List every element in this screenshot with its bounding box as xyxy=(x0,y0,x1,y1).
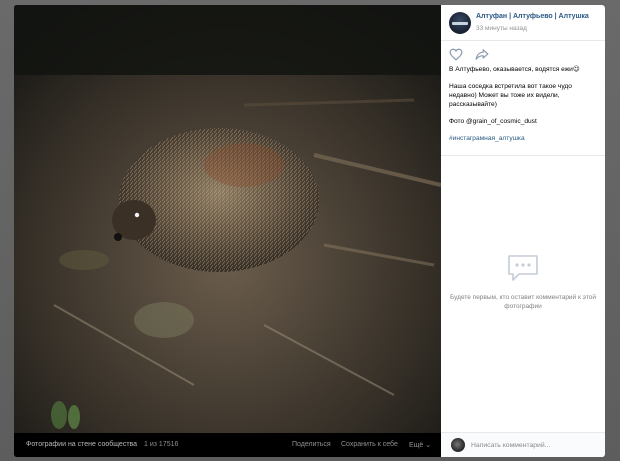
more-button[interactable]: Ещё ⌄ xyxy=(409,441,431,449)
photo-counter: 1 из 17516 xyxy=(144,441,179,448)
divider xyxy=(441,155,605,156)
photo[interactable] xyxy=(14,5,441,433)
comment-box xyxy=(441,432,605,457)
hashtag-link[interactable]: #инстаграмная_алтушка xyxy=(449,134,599,143)
comment-bubble-icon xyxy=(441,253,605,285)
heart-icon[interactable] xyxy=(449,48,463,66)
post-actions xyxy=(449,48,509,62)
post-text: В Алтуфьево, оказывается, водятся ежи😉 Н… xyxy=(449,65,599,151)
album-link[interactable]: Фотографии на стене сообщества xyxy=(26,441,137,448)
post-header: Алтуфан | Алтуфьево | Алтушка 33 минуты … xyxy=(441,5,605,41)
save-photo-button[interactable]: Сохранить к себе xyxy=(341,441,398,448)
comment-input[interactable] xyxy=(471,438,597,452)
post-text-line: Наша соседка встретила вот такое чудо не… xyxy=(449,83,572,108)
group-avatar[interactable] xyxy=(449,12,471,34)
share-photo-button[interactable]: Поделиться xyxy=(292,441,331,448)
photo-viewer: Фотографии на стене сообщества 1 из 1751… xyxy=(14,5,605,457)
share-arrow-icon[interactable] xyxy=(475,48,489,66)
user-avatar[interactable] xyxy=(451,438,465,452)
hedgehog-photo-image xyxy=(14,5,441,433)
empty-comments-text: Будете первым, кто оставит комментарий к… xyxy=(450,294,596,310)
empty-comments: Будете первым, кто оставит комментарий к… xyxy=(441,253,605,311)
photo-footer: Фотографии на стене сообщества 1 из 1751… xyxy=(14,433,441,457)
group-name-link[interactable]: Алтуфан | Алтуфьево | Алтушка xyxy=(476,13,589,20)
photo-credit: Фото @grain_of_cosmic_dust xyxy=(449,118,537,125)
post-sidebar: Алтуфан | Алтуфьево | Алтушка 33 минуты … xyxy=(441,5,605,457)
post-timestamp[interactable]: 33 минуты назад xyxy=(476,25,527,32)
post-text-line: В Алтуфьево, оказывается, водятся ежи😉 xyxy=(449,66,580,73)
